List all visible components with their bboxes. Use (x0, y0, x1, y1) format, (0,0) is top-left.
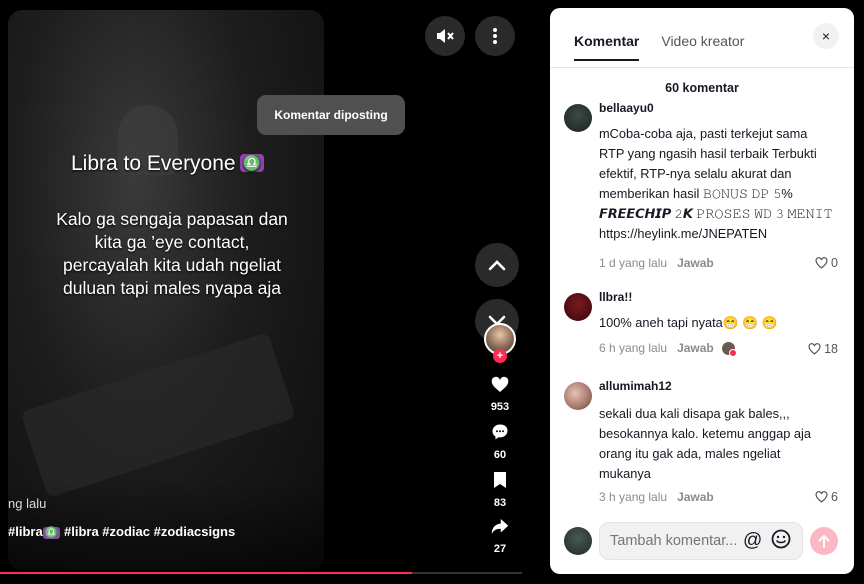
comment-like-button[interactable]: 18 (808, 342, 838, 356)
comment-text-line: besokannya kalo. ketemu anggap aja (599, 426, 812, 441)
comment-text: sekali dua kali disapa gak bales,,, beso… (599, 404, 844, 484)
mute-button[interactable] (425, 16, 465, 56)
like-count: 953 (490, 401, 510, 413)
comment-like-count: 18 (824, 342, 838, 356)
hashtag-libra-emoji: ♎ (42, 527, 61, 539)
comment-like-count: 0 (831, 256, 838, 270)
video-time-ago: ng lalu (8, 496, 47, 511)
tabs-divider (550, 67, 854, 68)
comment-text-line: 100% aneh tapi nyata😁 😁 😁 (599, 315, 778, 330)
reply-button[interactable]: Jawab (677, 341, 714, 355)
hashtag-list[interactable]: #libra #zodiac #zodiacsigns (60, 524, 235, 539)
save-button[interactable]: 83 (481, 471, 519, 509)
comment-icon (481, 423, 519, 445)
close-panel-button[interactable]: × (813, 23, 839, 49)
comment-avatar[interactable] (564, 293, 592, 321)
comment-username[interactable]: allumimah12 (599, 379, 672, 393)
comment-input-row: @ (564, 522, 844, 562)
more-options-button[interactable] (475, 16, 515, 56)
comment-text-line: mCoba-coba aja, pasti terkejut sama (599, 126, 808, 141)
mention-icon[interactable]: @ (743, 530, 762, 552)
share-button[interactable]: 27 (481, 518, 519, 555)
panel-tabs: Komentar Video kreator (574, 33, 744, 61)
share-icon (481, 518, 519, 539)
comment-panel: Komentar Video kreator × 60 komentar bel… (550, 8, 854, 574)
close-icon: × (821, 28, 831, 44)
comment-like-button[interactable]: 6 (815, 490, 838, 504)
comment-meta: 6 h yang lalu Jawab (599, 341, 737, 357)
chevron-up-icon (488, 260, 506, 271)
comment-time: 6 h yang lalu (599, 341, 668, 355)
tab-creator-videos[interactable]: Video kreator (661, 33, 744, 61)
comment-text-line: mukanya (599, 466, 651, 481)
comment-meta: 3 h yang lalu Jawab (599, 490, 714, 504)
comment-time: 1 d yang lalu (599, 256, 668, 270)
comment-time: 3 h yang lalu (599, 490, 668, 504)
comment-count: 60 (493, 449, 507, 461)
comment-avatar[interactable] (564, 104, 592, 132)
previous-video-button[interactable] (475, 243, 519, 287)
heart-outline-icon (808, 343, 821, 355)
comment-avatar[interactable] (564, 382, 592, 410)
comment-text-line: efektif, RTP-nya selalu akurat dan (599, 166, 792, 181)
hashtag-libra[interactable]: #libra (8, 524, 43, 539)
comment-text-line: sekali dua kali disapa gak bales,,, (599, 406, 790, 421)
tab-comments[interactable]: Komentar (574, 33, 640, 61)
comment-input-container[interactable]: @ (599, 522, 803, 560)
comment-meta: 1 d yang lalu Jawab (599, 256, 714, 270)
comment-button[interactable]: 60 (481, 423, 519, 461)
comment-text-line: memberikan hasil 𝙱𝙾𝙽𝚄𝚂 𝙳𝙿 𝟻% (599, 186, 793, 201)
comment-text-line: 𝙁𝙍𝙀𝙀𝘾𝙃𝙄𝙋 𝟸𝙆 𝙿𝚁𝙾𝚂𝙴𝚂 𝚆𝙳 𝟹 𝙼𝙴𝙽𝙸𝚃 (599, 206, 833, 221)
heart-outline-icon (815, 491, 828, 503)
send-comment-button[interactable] (810, 527, 838, 555)
video-title: Libra to Everyone ♎ (71, 152, 265, 176)
libra-emoji: ♎ (239, 154, 265, 172)
comment-text-line: orang itu gak ada, males ngeliat (599, 446, 781, 461)
video-title-text: Libra to Everyone (71, 152, 236, 175)
comment-link[interactable]: https://heylink.me/JNEPATEN (599, 224, 844, 244)
video-caption: Kalo ga sengaja papasan dan kita ga ’eye… (56, 209, 288, 298)
mute-icon (437, 29, 454, 43)
arrow-up-icon (818, 534, 830, 548)
comment-text-line: RTP yang ngasih hasil terbaik Terbukti (599, 146, 817, 161)
video-hashtags[interactable]: #libra ♎ #libra #zodiac #zodiacsigns (8, 524, 235, 539)
save-count: 83 (493, 497, 507, 509)
comment-input[interactable] (608, 532, 752, 550)
reply-button[interactable]: Jawab (677, 490, 714, 504)
reply-button[interactable]: Jawab (677, 256, 714, 270)
share-count: 27 (493, 543, 507, 555)
like-button[interactable]: 953 (481, 376, 519, 413)
heart-icon (481, 376, 519, 397)
heart-outline-icon (815, 257, 828, 269)
comment-text: 100% aneh tapi nyata😁 😁 😁 (599, 313, 844, 333)
comment-like-count: 6 (831, 490, 838, 504)
current-user-avatar (564, 527, 592, 555)
video-chair-shape (20, 332, 296, 498)
more-vertical-icon (493, 28, 497, 44)
toast-comment-posted: Komentar diposting (257, 95, 405, 135)
comment-text: mCoba-coba aja, pasti terkejut sama RTP … (599, 124, 844, 244)
comment-like-button[interactable]: 0 (815, 256, 838, 270)
video-player[interactable]: Libra to Everyone ♎ Kalo ga sengaja papas… (8, 10, 324, 570)
creator-liked-avatar (721, 341, 737, 357)
comment-count-label: 60 komentar (665, 81, 739, 95)
video-progress-fill[interactable] (0, 572, 412, 574)
bookmark-icon (481, 471, 519, 493)
follow-button[interactable]: + (493, 349, 507, 363)
comment-username[interactable]: llbra!! (599, 290, 632, 304)
emoji-icon[interactable] (771, 529, 791, 555)
comment-username[interactable]: bellaayu0 (599, 101, 654, 115)
